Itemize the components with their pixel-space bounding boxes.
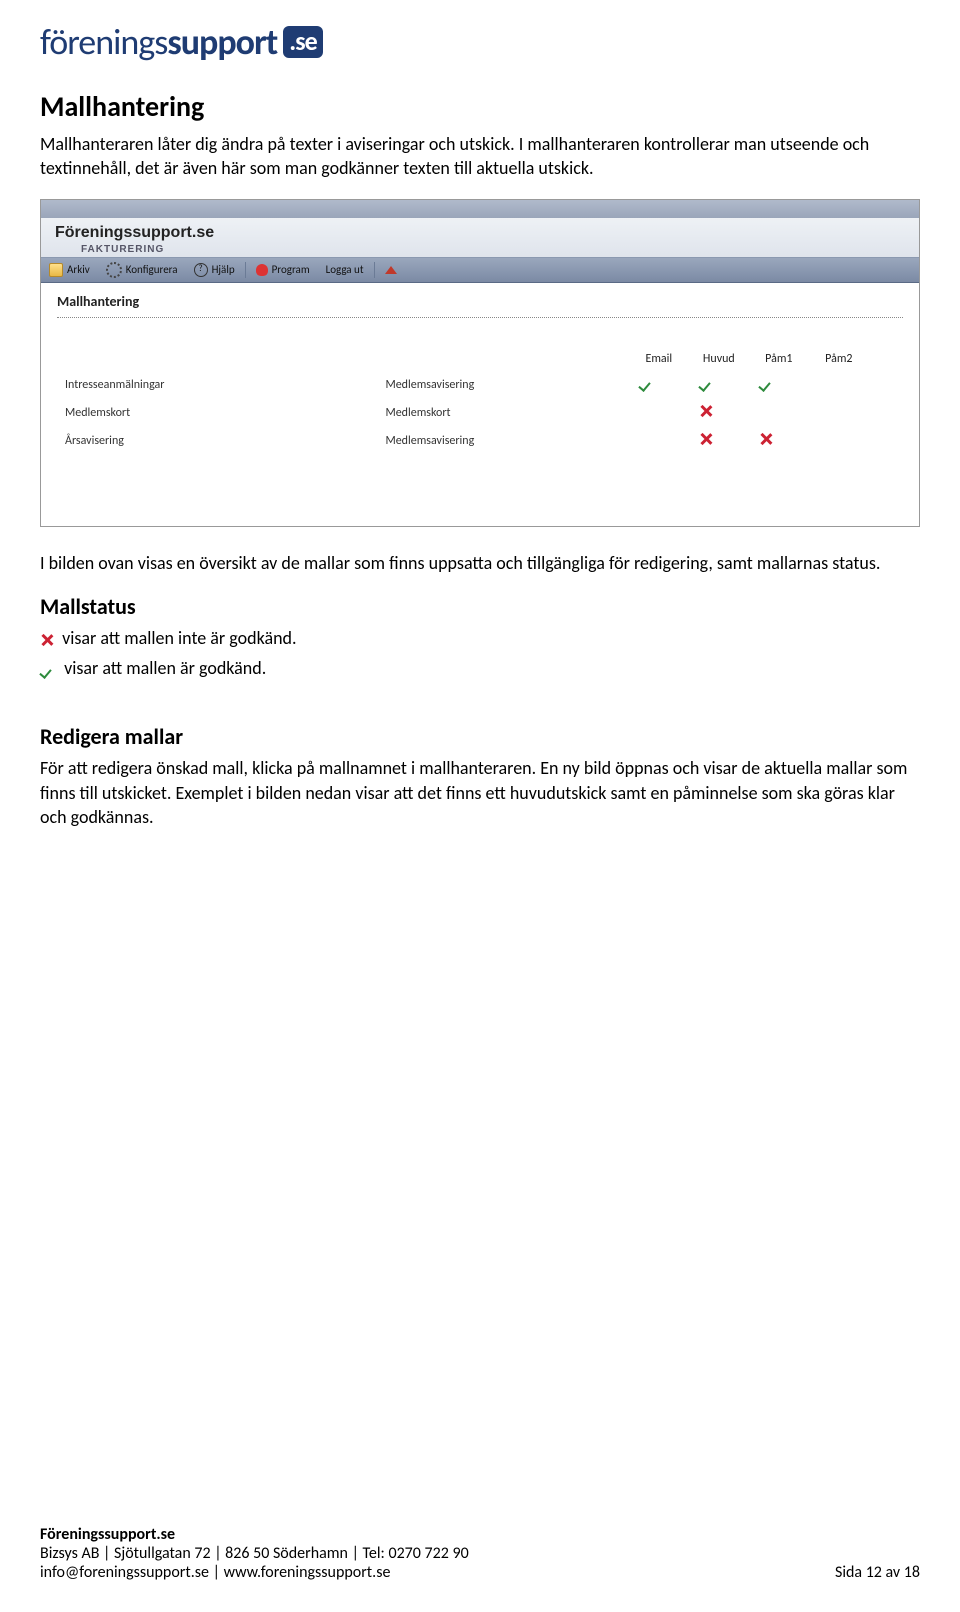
footer-contact: info@foreningssupport.se | www.forenings… bbox=[40, 1563, 390, 1582]
table-row: IntresseanmälningarMedlemsavisering bbox=[59, 372, 901, 398]
menu-home[interactable] bbox=[377, 266, 405, 274]
cross-icon bbox=[40, 633, 54, 647]
menu-loggaut[interactable]: Logga ut bbox=[318, 263, 372, 276]
help-icon: ? bbox=[194, 263, 208, 277]
cross-icon bbox=[699, 432, 739, 446]
screenshot-section-title: Mallhantering bbox=[57, 293, 903, 310]
col-pam2: Påm2 bbox=[819, 352, 859, 366]
menu-hjalp[interactable]: ?Hjälp bbox=[186, 263, 243, 277]
screenshot-window-chrome bbox=[41, 200, 919, 218]
footer-address: Bizsys AB | Sjötullgatan 72 | 826 50 Söd… bbox=[40, 1544, 920, 1563]
user-icon bbox=[256, 264, 268, 276]
row-mid[interactable]: Medlemsavisering bbox=[379, 428, 630, 454]
row-left[interactable]: Intresseanmälningar bbox=[59, 372, 377, 398]
intro-paragraph: Mallhanteraren låter dig ändra på texter… bbox=[40, 132, 920, 181]
table-row: ÅrsaviseringMedlemsavisering bbox=[59, 428, 901, 454]
screenshot-subtitle: FAKTURERING bbox=[81, 244, 905, 255]
logo-part2: support bbox=[167, 20, 277, 64]
heading-redigera: Redigera mallar bbox=[40, 723, 920, 750]
tick-icon bbox=[699, 376, 739, 390]
row-left[interactable]: Medlemskort bbox=[59, 400, 377, 426]
home-icon bbox=[385, 266, 397, 274]
menu-program[interactable]: Program bbox=[248, 263, 318, 276]
table-header-row: Email Huvud Påm1 Påm2 bbox=[59, 348, 901, 370]
after-image-paragraph: I bilden ovan visas en översikt av de ma… bbox=[40, 551, 920, 575]
folder-icon bbox=[49, 263, 63, 277]
cross-icon bbox=[699, 404, 739, 418]
screenshot-body: Mallhantering Email Huvud Påm1 Påm2 bbox=[41, 283, 919, 526]
status-line-tick: visar att mallen är godkänd. bbox=[40, 656, 920, 680]
tick-icon bbox=[759, 376, 799, 390]
menu-konfigurera[interactable]: Konfigurera bbox=[98, 262, 186, 278]
tick-icon bbox=[40, 663, 56, 677]
gear-icon bbox=[106, 262, 122, 278]
screenshot-header: Föreningssupport.se FAKTURERING bbox=[41, 218, 919, 257]
col-pam1: Påm1 bbox=[759, 352, 799, 366]
screenshot-toolbar: Arkiv Konfigurera ?Hjälp Program Logga u… bbox=[41, 257, 919, 283]
page-title: Mallhantering bbox=[40, 89, 920, 124]
templates-table: Email Huvud Påm1 Påm2 Intresseanmälninga… bbox=[57, 346, 903, 456]
table-row: MedlemskortMedlemskort bbox=[59, 400, 901, 426]
heading-mallstatus: Mallstatus bbox=[40, 593, 920, 620]
page-footer: Föreningssupport.se Bizsys AB | Sjötullg… bbox=[40, 1525, 920, 1582]
tick-icon bbox=[639, 376, 679, 390]
footer-name: Föreningssupport.se bbox=[40, 1525, 920, 1544]
logo-badge: .se bbox=[283, 26, 322, 58]
menu-arkiv[interactable]: Arkiv bbox=[41, 263, 98, 277]
col-huvud: Huvud bbox=[699, 352, 739, 366]
toolbar-separator bbox=[374, 262, 375, 278]
row-mid[interactable]: Medlemsavisering bbox=[379, 372, 630, 398]
redigera-paragraph: För att redigera önskad mall, klicka på … bbox=[40, 756, 920, 829]
screenshot: Föreningssupport.se FAKTURERING Arkiv Ko… bbox=[40, 199, 920, 527]
screenshot-brand: Föreningssupport.se bbox=[55, 224, 905, 242]
logo-part1: förenings bbox=[40, 20, 167, 64]
col-email: Email bbox=[639, 352, 679, 366]
status-line-cross: visar att mallen inte är godkänd. bbox=[40, 626, 920, 650]
row-mid[interactable]: Medlemskort bbox=[379, 400, 630, 426]
brand-logo: föreningssupport .se bbox=[40, 20, 920, 64]
cross-icon bbox=[759, 432, 799, 446]
toolbar-separator bbox=[245, 262, 246, 278]
dotted-divider bbox=[57, 316, 903, 318]
footer-page-number: Sida 12 av 18 bbox=[835, 1563, 920, 1582]
row-left[interactable]: Årsavisering bbox=[59, 428, 377, 454]
